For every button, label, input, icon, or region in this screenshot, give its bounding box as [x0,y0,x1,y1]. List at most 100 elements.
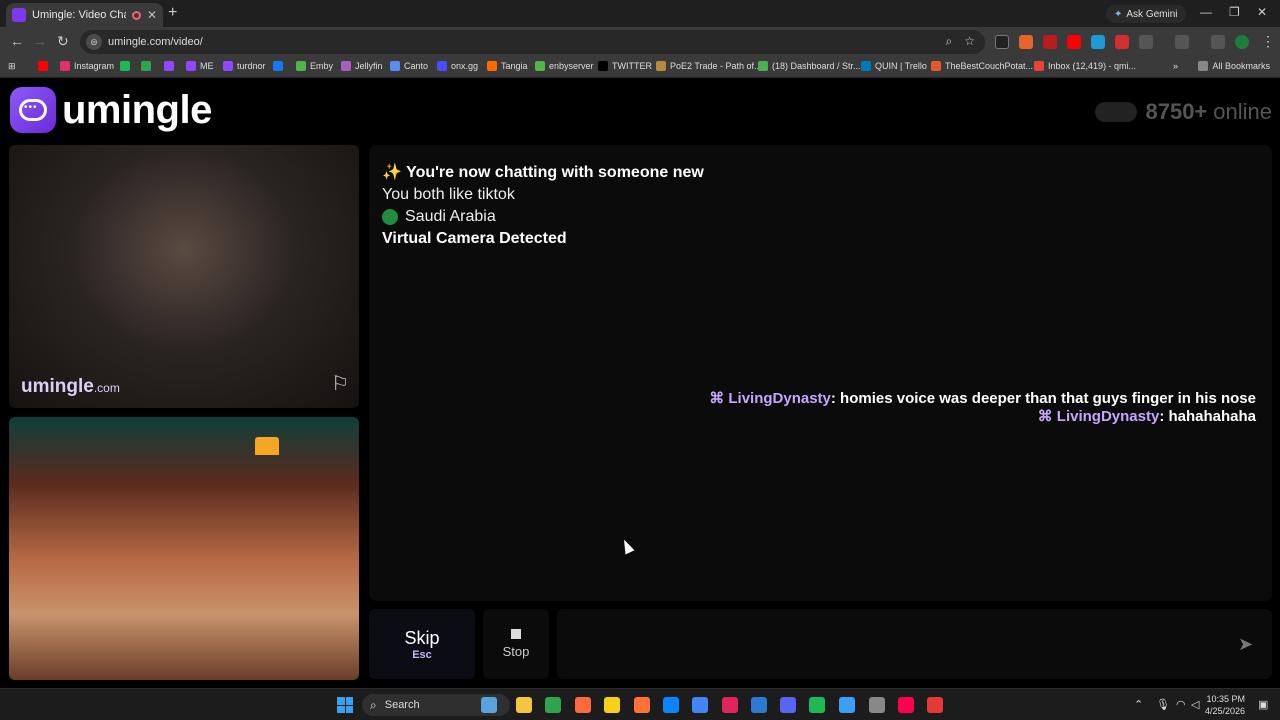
umingle-logo[interactable]: umingle [10,87,212,133]
search-icon: ⌕ [370,697,377,712]
bookmark-favicon-icon [38,61,48,71]
taskbar-app-icon[interactable] [663,697,679,713]
taskbar-app-icon[interactable] [722,697,738,713]
taskbar-app-icon[interactable] [516,697,532,713]
browser-menu-icon[interactable]: ⋮ [1261,33,1275,50]
skip-button[interactable]: Skip Esc [369,609,475,679]
forward-icon[interactable]: → [33,33,47,49]
online-toggle[interactable] [1095,102,1138,122]
bookmark-item[interactable]: Instagram [60,61,114,71]
bookmark-item[interactable]: enbyserver [535,61,594,71]
bookmark-item[interactable]: Canto [390,61,428,71]
extension-translate-icon[interactable] [1091,35,1105,49]
bookmark-item[interactable]: Jellyfin [341,61,383,71]
bookmark-item[interactable]: Emby [296,61,333,71]
new-tab-button[interactable]: + [168,4,177,22]
taskbar-app-icon[interactable] [927,697,943,713]
bookmark-item[interactable] [164,61,178,71]
send-icon[interactable]: ➤ [1238,634,1253,655]
extension-shield-icon[interactable] [1115,35,1129,49]
bookmark-label: Inbox (12,419) - qmi... [1048,61,1137,71]
bookmark-label: ME [200,61,214,71]
bookmark-label: turdnor [237,61,266,71]
report-flag-icon[interactable]: ⚐ [331,371,349,396]
bookmark-favicon-icon [656,61,666,71]
bookmark-item[interactable] [141,61,155,71]
browser-tab-active[interactable]: Umingle: Video Chat with S ✕ [6,3,163,27]
taskbar-app-icon[interactable] [604,697,620,713]
skip-shortcut-hint: Esc [412,648,432,661]
bookmark-favicon-icon [487,61,497,71]
skip-label: Skip [404,627,440,648]
bookmark-item[interactable]: QUIN | Trello [861,61,927,71]
address-bar[interactable]: ⊜ umingle.com/video/ ⌕ ☆ [80,30,985,54]
taskbar-app-icon[interactable] [692,697,708,713]
restore-icon[interactable]: ❐ [1229,5,1240,19]
close-window-icon[interactable]: ✕ [1257,5,1267,19]
taskbar-app-icon[interactable] [898,697,914,713]
message-username[interactable]: LivingDynasty [1057,408,1160,425]
stop-button[interactable]: Stop [483,609,549,679]
bookmark-favicon-icon [273,61,283,71]
taskbar-app-icon[interactable] [839,697,855,713]
bookmark-label: TWITTER [612,61,652,71]
taskbar-app-icon[interactable] [869,697,885,713]
bookmark-item[interactable]: ME [186,61,214,71]
tray-chevron-icon[interactable]: ⌃ [1134,698,1143,711]
reload-icon[interactable]: ↻ [57,33,69,50]
message-username[interactable]: LivingDynasty [728,390,831,407]
site-info-icon[interactable]: ⊜ [86,34,102,50]
close-tab-icon[interactable]: ✕ [147,8,157,22]
bookmark-item[interactable]: onx.gg [437,61,478,71]
message-user-icon: ⌘ [709,390,729,407]
message-input[interactable] [557,609,1272,679]
extension-k-icon[interactable] [995,35,1009,49]
taskbar-app-icon[interactable] [481,697,497,713]
clock[interactable]: 10:35 PM 4/25/2026 [1205,693,1245,717]
media-control-icon[interactable] [1175,35,1189,49]
extension-youtube-icon[interactable] [1067,35,1081,49]
bookmark-star-icon[interactable]: ☆ [964,34,975,49]
bookmark-favicon-icon [390,61,400,71]
bookmark-item[interactable]: Inbox (12,419) - qmi... [1034,61,1136,71]
bookmark-item[interactable]: PoE2 Trade - Path of... [656,61,762,71]
bookmark-favicon-icon [186,61,196,71]
ask-gemini-button[interactable]: ✦ Ask Gemini [1106,5,1186,23]
bookmark-item[interactable]: TWITTER [598,61,652,71]
online-label: online [1213,99,1272,124]
more-bookmarks-chevron-icon[interactable]: » [1173,61,1178,71]
bookmark-item[interactable] [38,61,52,71]
zoom-icon[interactable]: ⌕ [946,34,953,49]
microphone-icon[interactable]: 🎙 [1156,698,1170,711]
new-chat-notice: ✨ You're now chatting with someone new [382,164,704,181]
taskbar-app-icon[interactable] [780,697,796,713]
bookmark-favicon-icon [1034,61,1044,71]
profile-avatar-icon[interactable] [1235,35,1249,49]
taskbar-app-icon[interactable] [751,697,767,713]
windows-start-icon[interactable] [337,697,353,713]
volume-icon[interactable]: ◁ [1191,698,1199,711]
bookmark-item[interactable]: Tangia [487,61,528,71]
taskbar-app-icon[interactable] [545,697,561,713]
taskbar-app-icon[interactable] [634,697,650,713]
bookmark-item[interactable]: turdnor [223,61,266,71]
tab-search-icon[interactable] [1211,35,1225,49]
minimize-icon[interactable]: — [1200,5,1212,19]
notifications-icon[interactable]: ▣ [1258,698,1268,711]
recording-indicator-icon [131,10,141,20]
message-text: : homies voice was deeper than that guys… [830,390,1256,407]
taskbar-app-icon[interactable] [809,697,825,713]
bookmark-item[interactable] [120,61,134,71]
back-icon[interactable]: ← [10,33,24,49]
all-bookmarks-button[interactable]: All Bookmarks [1198,61,1270,71]
apps-grid-icon[interactable]: ⊞ [8,61,16,72]
taskbar-app-icon[interactable] [575,697,591,713]
bookmark-item[interactable] [273,61,287,71]
bookmark-item[interactable]: TheBestCouchPotat... [931,61,1033,71]
bookmark-item[interactable]: (18) Dashboard / Str... [758,61,861,71]
extension-fox-icon[interactable] [1019,35,1033,49]
extension-red-icon[interactable] [1043,35,1057,49]
extensions-puzzle-icon[interactable] [1139,35,1153,49]
bookmarks-bar: ⊞ All Bookmarks » Instagram ME turdnor Emby… [0,57,1280,78]
wifi-icon[interactable]: ◠ [1176,698,1186,711]
